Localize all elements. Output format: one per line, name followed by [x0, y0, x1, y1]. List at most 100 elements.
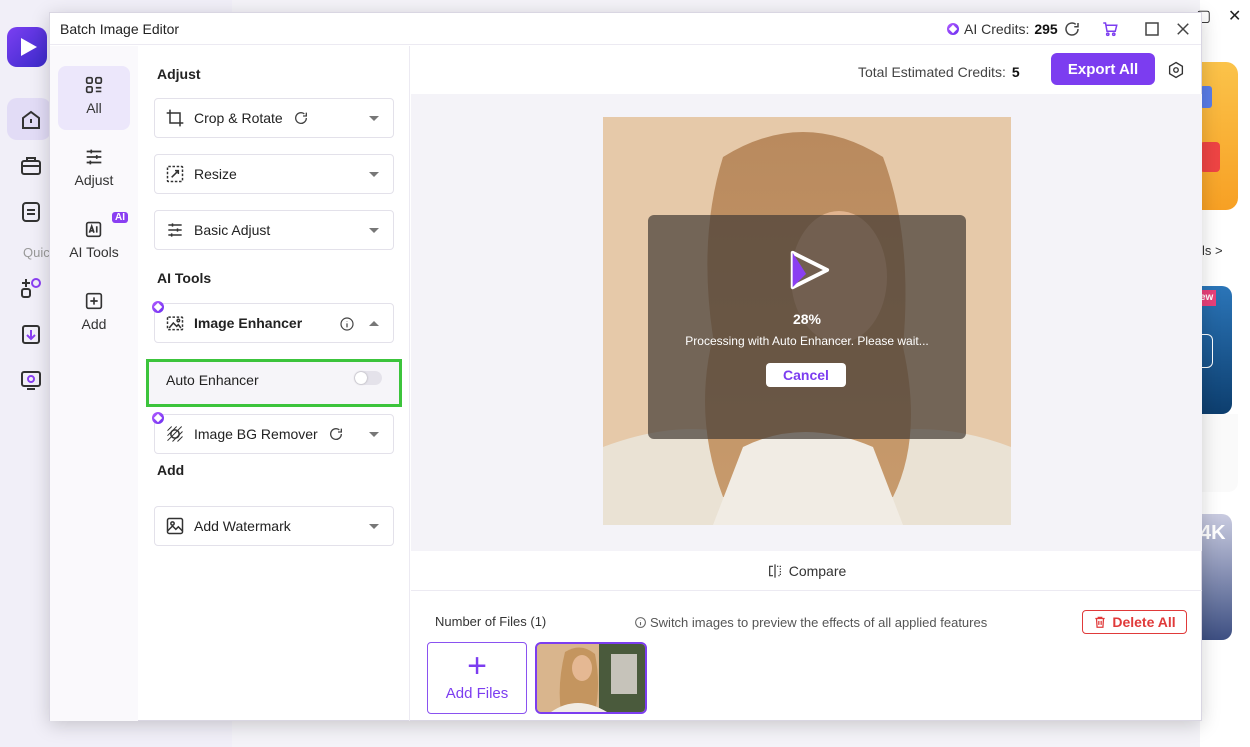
document-icon[interactable]: [19, 200, 43, 224]
app-logo-icon: [7, 27, 47, 67]
ai-credits-value: 295: [1034, 21, 1058, 37]
processing-overlay: 28% Processing with Auto Enhancer. Pleas…: [648, 215, 966, 439]
batch-image-editor-dialog: Batch Image Editor AI Credits: 295 All A…: [49, 12, 1202, 721]
info-icon[interactable]: [339, 316, 355, 332]
ai-credits: AI Credits: 295: [947, 21, 1058, 37]
image-enhancer-option[interactable]: Image Enhancer: [152, 301, 394, 343]
watermark-icon: [165, 516, 185, 536]
chevron-down-icon[interactable]: [369, 432, 379, 437]
new-badge: ew: [1200, 290, 1216, 306]
basic-adjust-label: Basic Adjust: [194, 222, 271, 238]
crop-rotate-option[interactable]: Crop & Rotate: [154, 98, 394, 138]
background-4k-card[interactable]: 4K: [1200, 514, 1232, 640]
compare-label: Compare: [788, 563, 847, 579]
chevron-up-icon[interactable]: [369, 321, 379, 326]
premium-gem-icon: [152, 412, 164, 424]
export-all-button[interactable]: Export All: [1051, 53, 1155, 85]
main-toolbar: Total Estimated Credits: 5 Export All: [411, 46, 1202, 94]
background-close-icon[interactable]: ✕: [1228, 6, 1241, 26]
delete-all-button[interactable]: Delete All: [1082, 610, 1187, 634]
background-promo-card[interactable]: [1200, 62, 1238, 210]
chevron-down-icon[interactable]: [369, 524, 379, 529]
close-icon[interactable]: [1174, 20, 1192, 38]
title-bar: Batch Image Editor AI Credits: 295: [50, 13, 1201, 45]
add-files-button[interactable]: + Add Files: [427, 642, 527, 714]
reset-icon[interactable]: [293, 110, 309, 126]
preview-area: 28% Processing with Auto Enhancer. Pleas…: [411, 94, 1202, 551]
rail-label: Add: [81, 316, 107, 332]
sliders-icon: [165, 220, 185, 240]
reset-icon[interactable]: [328, 426, 344, 442]
trash-icon: [1095, 616, 1106, 628]
files-count: Number of Files (1): [435, 614, 547, 629]
screen-icon[interactable]: [19, 368, 43, 392]
auto-enhancer-label: Auto Enhancer: [166, 372, 259, 388]
add-files-label: Add Files: [445, 685, 509, 702]
dialog-title: Batch Image Editor: [60, 21, 180, 37]
plus-icon: +: [467, 647, 487, 685]
main-area: Total Estimated Credits: 5 Export All 28…: [411, 46, 1202, 721]
progress-percent: 28%: [792, 311, 822, 327]
bg-remover-icon: [165, 424, 185, 444]
section-title-adjust: Adjust: [157, 66, 201, 82]
preview-hint: Switch images to preview the effects of …: [634, 615, 987, 630]
resize-option[interactable]: Resize: [154, 154, 394, 194]
app-logo-icon: [790, 250, 830, 290]
plus-square-icon: [85, 292, 103, 310]
image-enhancer-label: Image Enhancer: [194, 315, 303, 331]
chevron-down-icon[interactable]: [369, 228, 379, 233]
background-feature-card[interactable]: ew: [1200, 286, 1232, 414]
rail-item-ai-tools[interactable]: AI AI Tools: [58, 210, 130, 274]
home-icon[interactable]: [19, 108, 43, 132]
preview-hint-text: Switch images to preview the effects of …: [650, 615, 988, 630]
cancel-button[interactable]: Cancel: [766, 363, 846, 387]
resize-icon: [165, 164, 185, 184]
section-title-ai-tools: AI Tools: [157, 270, 212, 286]
rail-item-add[interactable]: Add: [58, 282, 130, 346]
auto-enhancer-row[interactable]: Auto Enhancer: [146, 359, 402, 407]
rail-label: AI Tools: [69, 244, 119, 260]
compare-icon: [768, 564, 781, 578]
ai-badge: AI: [112, 212, 128, 223]
resize-label: Resize: [194, 166, 237, 182]
bg-remover-label: Image BG Remover: [194, 426, 318, 442]
toolbox-icon[interactable]: [19, 154, 43, 178]
auto-enhancer-toggle[interactable]: [354, 371, 382, 385]
section-title-add: Add: [157, 462, 185, 478]
crop-icon: [165, 108, 185, 128]
cart-icon[interactable]: [1101, 20, 1119, 38]
info-icon: [635, 617, 646, 628]
file-thumbnail[interactable]: [535, 642, 647, 714]
promo-shape-icon: [1200, 142, 1220, 172]
delete-all-label: Delete All: [1112, 614, 1176, 630]
download-icon[interactable]: [19, 322, 43, 346]
maximize-icon[interactable]: [1143, 20, 1161, 38]
4k-label: 4K: [1200, 522, 1226, 544]
shapes-icon[interactable]: [19, 276, 43, 300]
rail-item-adjust[interactable]: Adjust: [58, 138, 130, 202]
background-more-link[interactable]: ls >: [1202, 243, 1223, 258]
credit-gem-icon: [947, 23, 959, 35]
ai-credits-label: AI Credits:: [964, 21, 1030, 37]
crop-rotate-label: Crop & Rotate: [194, 110, 283, 126]
bg-remover-option[interactable]: Image BG Remover: [152, 412, 394, 454]
processing-message: Processing with Auto Enhancer. Please wa…: [685, 334, 929, 348]
estimated-credits-value: 5: [1011, 64, 1020, 80]
category-rail: All Adjust AI AI Tools Add: [50, 46, 138, 721]
settings-panel: Adjust Crop & Rotate Resize Basic Adjust…: [138, 46, 410, 721]
rail-item-all[interactable]: All: [58, 66, 130, 130]
basic-adjust-option[interactable]: Basic Adjust: [154, 210, 394, 250]
refresh-icon[interactable]: [1063, 20, 1081, 38]
add-watermark-option[interactable]: Add Watermark: [154, 506, 394, 546]
compare-button[interactable]: Compare: [411, 551, 1202, 591]
chevron-down-icon[interactable]: [369, 116, 379, 121]
enhance-icon: [165, 313, 185, 333]
quick-label: Quic: [23, 245, 50, 260]
chevron-down-icon[interactable]: [369, 172, 379, 177]
sliders-icon: [86, 149, 102, 165]
gear-icon[interactable]: [1167, 61, 1185, 79]
estimated-credits-label: Total Estimated Credits:: [858, 64, 1006, 80]
rail-label: Adjust: [74, 172, 114, 188]
premium-gem-icon: [152, 301, 164, 313]
ai-icon: [85, 221, 102, 238]
